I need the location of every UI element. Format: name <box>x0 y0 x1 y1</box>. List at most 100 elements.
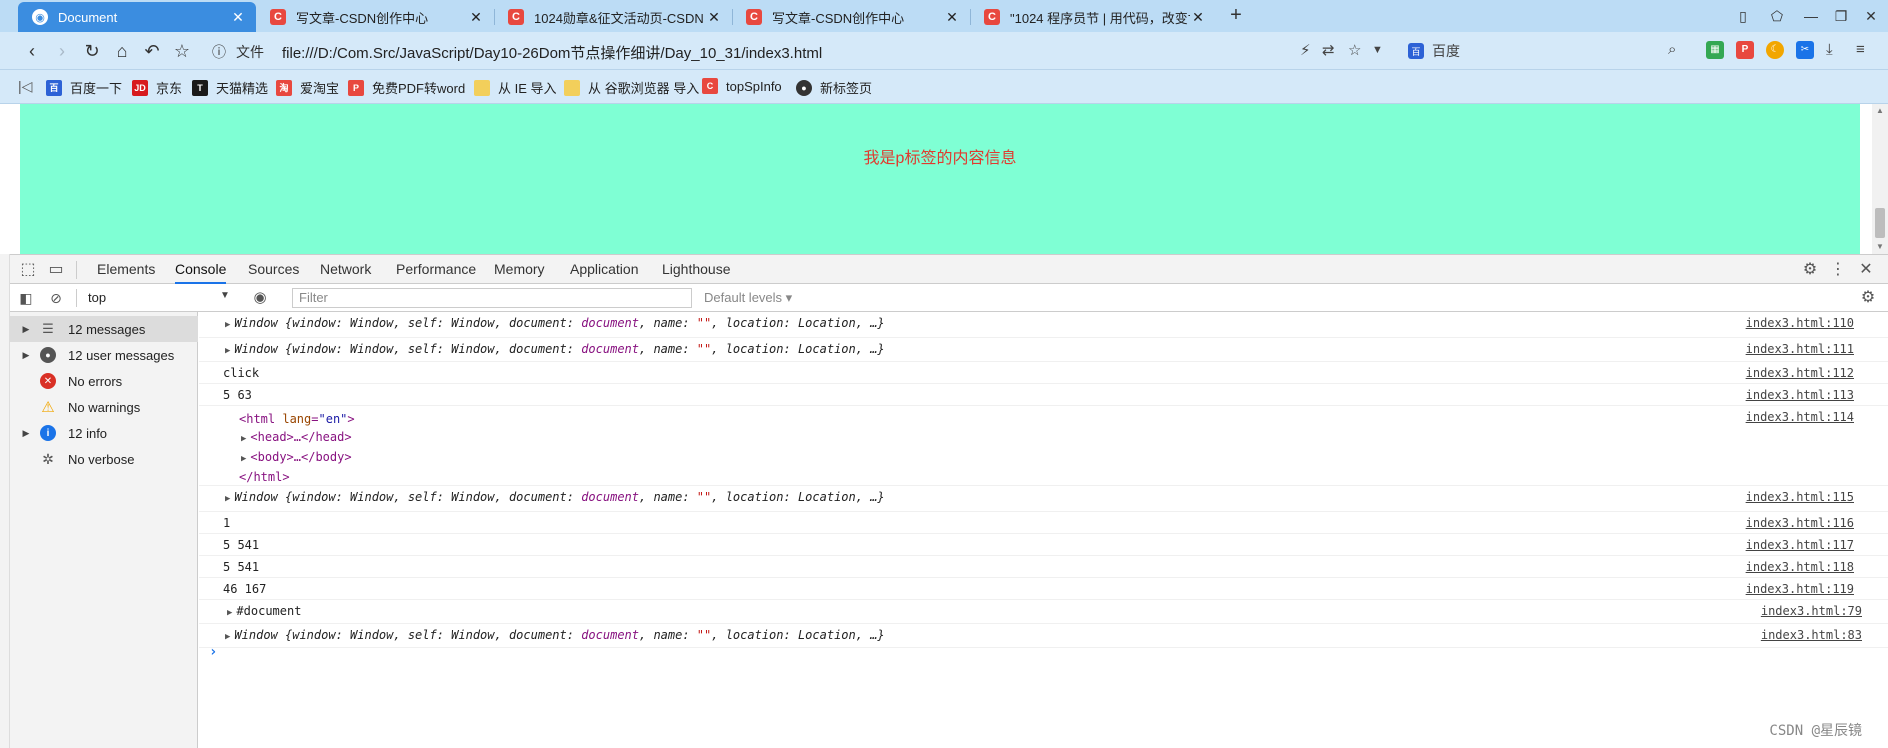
console-row[interactable]: ▶ #document index3.html:79 <box>199 600 1888 624</box>
tab-network[interactable]: Network <box>320 255 371 284</box>
expand-triangle-icon[interactable]: ▶ <box>225 320 230 330</box>
expand-triangle-icon[interactable]: ▶ <box>225 346 230 356</box>
console-prompt[interactable]: › <box>209 644 217 660</box>
tab-csdn-write-1[interactable]: C 写文章-CSDN创作中心 ✕ <box>256 2 494 32</box>
pdf-icon[interactable]: P <box>1736 41 1754 59</box>
filter-input[interactable]: Filter <box>292 288 692 308</box>
eye-icon[interactable]: ◉ <box>250 288 270 308</box>
tab-sources[interactable]: Sources <box>248 255 299 284</box>
close-window-button[interactable]: ✕ <box>1856 0 1886 32</box>
tab-csdn-write-2[interactable]: C 写文章-CSDN创作中心 ✕ <box>732 2 970 32</box>
console-row[interactable]: ▶ Window {window: Window, self: Window, d… <box>199 486 1888 512</box>
bookmark-item[interactable]: P 免费PDF转word <box>348 78 465 97</box>
search-icon[interactable]: ⌕ <box>1668 41 1676 58</box>
chevron-down-icon[interactable]: ▼ <box>220 290 230 301</box>
bookmark-item[interactable]: JD 京东 <box>132 78 182 97</box>
console-row[interactable]: <html lang="en"> ▶ <head>…</head> ▶ <body>… <box>199 406 1888 486</box>
bookmark-folder[interactable]: 从 IE 导入 <box>474 78 557 97</box>
tab-elements[interactable]: Elements <box>97 255 155 284</box>
forward-button[interactable]: › <box>50 39 74 63</box>
bookmark-item[interactable]: 百百度一下 <box>46 78 122 97</box>
lightning-icon[interactable]: ⚡ <box>1300 41 1311 59</box>
kebab-menu-icon[interactable]: ⋮ <box>1828 260 1848 280</box>
sidebar-item-warnings[interactable]: ⚠ No warnings <box>10 394 198 420</box>
source-link[interactable]: index3.html:119 <box>1746 582 1854 596</box>
bookmark-item[interactable]: 淘爱淘宝 <box>276 78 339 97</box>
tab-document[interactable]: ◉ Document ✕ <box>18 2 256 32</box>
translate-icon[interactable]: ⇄ <box>1322 41 1335 59</box>
scrollbar-thumb[interactable] <box>1875 208 1885 238</box>
tab-lighthouse[interactable]: Lighthouse <box>662 255 731 284</box>
tab-csdn-1024[interactable]: C 1024勋章&征文活动页-CSDN ✕ <box>494 2 732 32</box>
device-toolbar-icon[interactable]: ▭ <box>46 260 66 280</box>
tab-application[interactable]: Application <box>570 255 639 284</box>
source-link[interactable]: index3.html:114 <box>1746 410 1854 424</box>
sidebar-item-errors[interactable]: ✕ No errors <box>10 368 198 394</box>
favorite-icon[interactable]: ☆ <box>1348 41 1361 59</box>
bookmark-folder[interactable]: 从 谷歌浏览器 导入 <box>564 78 699 97</box>
console-row[interactable]: ▶ Window {window: Window, self: Window, d… <box>199 312 1888 338</box>
apps-icon[interactable]: ▦ <box>1706 41 1724 59</box>
restore-button[interactable]: ❐ <box>1826 0 1856 32</box>
source-link[interactable]: index3.html:115 <box>1746 490 1854 504</box>
source-link[interactable]: index3.html:79 <box>1761 604 1862 618</box>
source-link[interactable]: index3.html:118 <box>1746 560 1854 574</box>
search-engine-box[interactable]: 百 百度 <box>1408 39 1678 63</box>
sidebar-item-user-messages[interactable]: ▶ ● 12 user messages <box>10 342 198 368</box>
tab-console[interactable]: Console <box>175 255 227 284</box>
source-link[interactable]: index3.html:117 <box>1746 538 1854 552</box>
log-message[interactable]: ▶ Window {window: Window, self: Window, d… <box>225 316 885 330</box>
console-row[interactable]: ▶ Window {window: Window, self: Window, d… <box>199 338 1888 362</box>
home-button[interactable]: ⌂ <box>110 39 134 63</box>
html-tree[interactable]: <html lang="en"> ▶ <head>…</head> ▶ <body>… <box>239 410 355 486</box>
tab-csdn-programmer-day[interactable]: C "1024 程序员节 | 用代码，改变世界 ✕ <box>970 2 1216 32</box>
info-icon[interactable]: ⓘ <box>212 42 226 62</box>
source-link[interactable]: index3.html:113 <box>1746 388 1854 402</box>
sidebar-item-messages[interactable]: ▶ ☰ 12 messages <box>10 316 198 342</box>
sidebar-item-info[interactable]: ▶ i 12 info <box>10 420 198 446</box>
expand-triangle-icon[interactable]: ▶ <box>18 350 34 361</box>
sidebar-toggle-icon[interactable]: ▯ <box>1728 0 1758 32</box>
scroll-up-icon[interactable]: ▲ <box>1872 106 1888 115</box>
gear-icon[interactable]: ⚙ <box>1800 260 1820 280</box>
minimize-button[interactable]: — <box>1796 0 1826 32</box>
expand-triangle-icon[interactable]: ▶ <box>225 494 230 504</box>
bookmarks-collapse-icon[interactable]: |◁ <box>18 78 32 95</box>
context-select[interactable]: top <box>88 290 106 305</box>
bookmark-star-button[interactable]: ☆ <box>170 39 194 63</box>
expand-triangle-icon[interactable]: ▶ <box>18 324 34 335</box>
screenshot-icon[interactable]: ✂ <box>1796 41 1814 59</box>
bookmark-item[interactable]: T 天猫精选 <box>192 78 268 97</box>
sidebar-item-verbose[interactable]: ✲ No verbose <box>10 446 198 472</box>
tab-performance[interactable]: Performance <box>396 255 476 284</box>
bookmark-item[interactable]: CtopSpInfo <box>702 78 782 94</box>
reload-button[interactable]: ↻ <box>80 39 104 63</box>
menu-icon[interactable]: ≡ <box>1856 41 1865 58</box>
page-scrollbar[interactable]: ▲ ▼ <box>1872 104 1888 254</box>
log-message[interactable]: ▶ #document <box>227 604 301 618</box>
inspect-element-icon[interactable]: ⬚ <box>18 260 38 280</box>
log-message[interactable]: ▶ Window {window: Window, self: Window, d… <box>225 628 885 642</box>
console-row[interactable]: ▶ Window {window: Window, self: Window, d… <box>199 624 1888 648</box>
chevron-down-icon[interactable]: ▼ <box>1372 44 1383 56</box>
address-url[interactable]: file:///D:/Com.Src/JavaScript/Day10-26Do… <box>282 42 822 63</box>
close-tab-icon[interactable]: ✕ <box>1190 9 1206 26</box>
close-tab-icon[interactable]: ✕ <box>944 9 960 26</box>
source-link[interactable]: index3.html:110 <box>1746 316 1854 330</box>
log-message[interactable]: ▶ Window {window: Window, self: Window, d… <box>225 490 885 504</box>
expand-triangle-icon[interactable]: ▶ <box>241 430 246 448</box>
source-link[interactable]: index3.html:111 <box>1746 342 1854 356</box>
scroll-down-icon[interactable]: ▼ <box>1872 242 1888 251</box>
expand-triangle-icon[interactable]: ▶ <box>241 450 246 468</box>
console-settings-gear-icon[interactable]: ⚙ <box>1858 288 1878 308</box>
expand-triangle-icon[interactable]: ▶ <box>225 632 230 642</box>
close-tab-icon[interactable]: ✕ <box>230 9 246 26</box>
levels-dropdown[interactable]: Default levels ▾ <box>704 290 792 306</box>
expand-triangle-icon[interactable]: ▶ <box>18 428 34 439</box>
source-link[interactable]: index3.html:116 <box>1746 516 1854 530</box>
skin-icon[interactable]: ⬠ <box>1762 0 1792 32</box>
bookmark-item[interactable]: ● 新标签页 <box>796 78 872 97</box>
log-message[interactable]: ▶ Window {window: Window, self: Window, d… <box>225 342 885 356</box>
new-tab-button[interactable]: + <box>1224 4 1248 28</box>
close-devtools-icon[interactable]: ✕ <box>1856 260 1876 280</box>
